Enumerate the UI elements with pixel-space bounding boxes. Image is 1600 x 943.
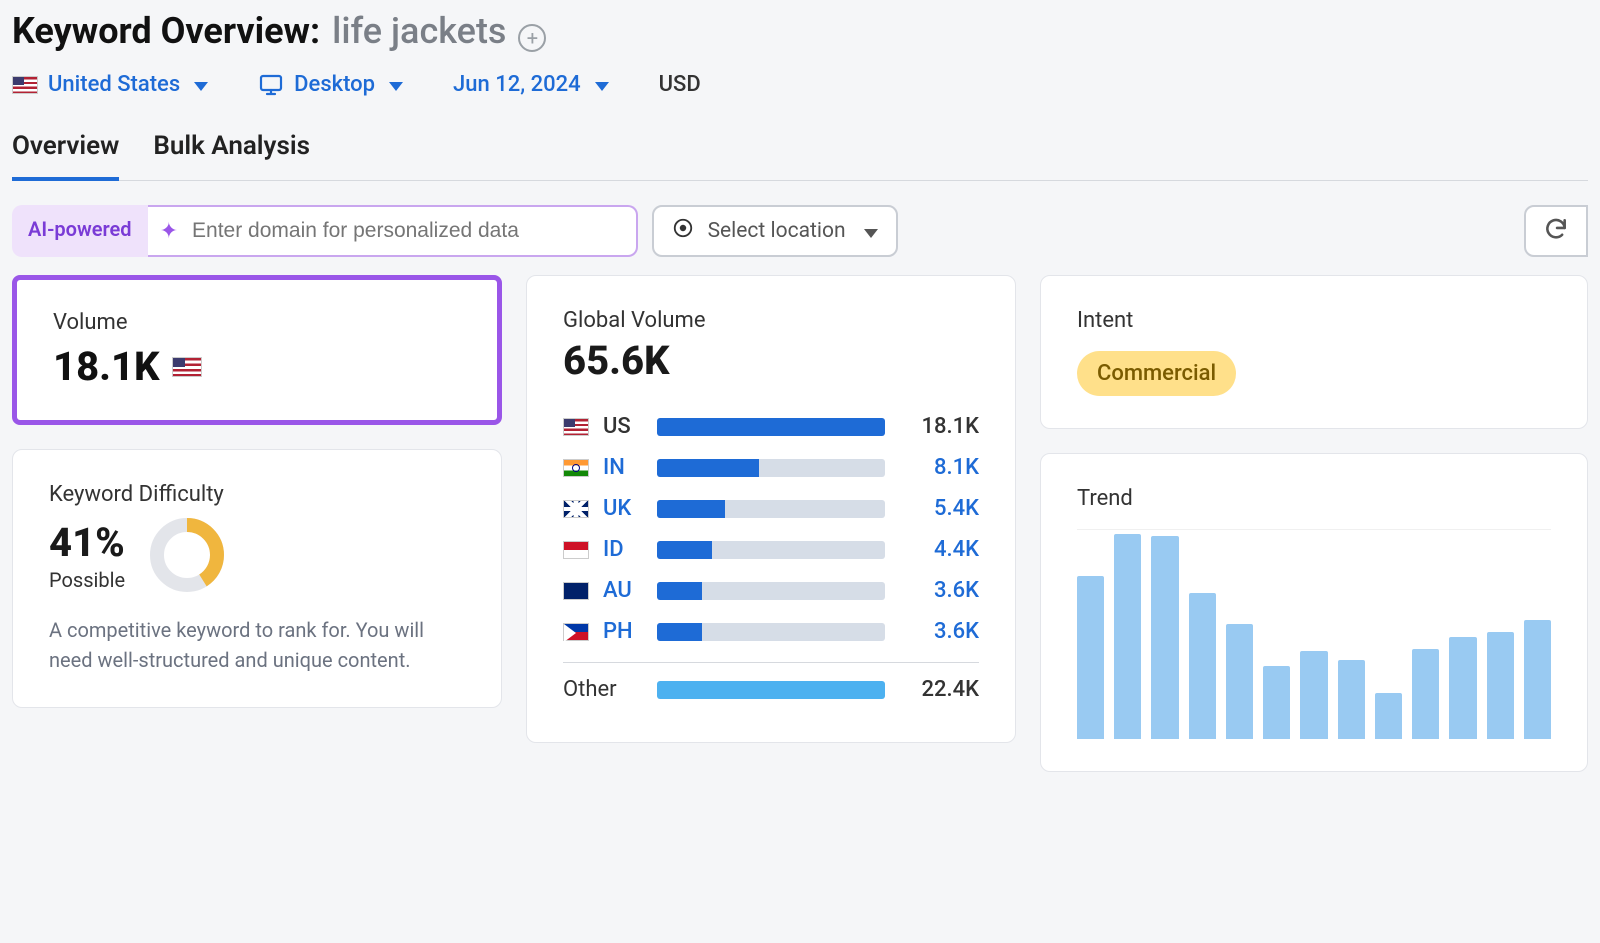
global-volume-row[interactable]: UK 5.4K (563, 488, 979, 529)
chevron-down-icon (389, 82, 403, 91)
gv-country-code: PH (603, 619, 643, 644)
kd-bucket: Possible (49, 568, 125, 592)
keyword-text: life jackets (332, 10, 506, 52)
flag-us-icon (563, 418, 589, 436)
global-volume-card: Global Volume 65.6K US 18.1K IN 8.1K UK 5.4K I… (526, 275, 1016, 743)
sparkle-icon: ✦ (160, 219, 178, 244)
gv-country-code: ID (603, 537, 643, 562)
trend-bar (1263, 666, 1290, 739)
flag-ph-icon (563, 623, 589, 641)
gv-value: 3.6K (899, 578, 979, 603)
volume-value-row: 18.1K (53, 343, 461, 390)
volume-card: Volume 18.1K (12, 275, 502, 425)
intent-card: Intent Commercial (1040, 275, 1588, 429)
trend-bar (1338, 660, 1365, 739)
volume-label: Volume (53, 310, 461, 335)
gv-country-code: IN (603, 455, 643, 480)
kd-percent: 41% (49, 519, 125, 566)
tab-bulk-analysis[interactable]: Bulk Analysis (153, 125, 310, 181)
pin-icon (672, 217, 694, 245)
volume-value: 18.1K (53, 343, 160, 390)
global-volume-label: Global Volume (563, 308, 979, 333)
flag-in-icon (563, 459, 589, 477)
trend-bar (1524, 620, 1551, 739)
chevron-down-icon (194, 82, 208, 91)
gv-country-code: AU (603, 578, 643, 603)
gv-value: 18.1K (899, 414, 979, 439)
kd-donut-chart (147, 515, 227, 595)
gv-value: 5.4K (899, 496, 979, 521)
trend-card: Trend (1040, 453, 1588, 772)
kd-description: A competitive keyword to rank for. You w… (49, 615, 465, 675)
intent-label: Intent (1077, 308, 1551, 333)
flag-us-icon (12, 76, 38, 94)
domain-input-wrap[interactable]: ✦ (148, 205, 638, 257)
trend-bar (1449, 637, 1476, 740)
keyword-difficulty-card: Keyword Difficulty 41% Possible A compet… (12, 449, 502, 708)
filter-date-label: Jun 12, 2024 (453, 72, 581, 97)
monitor-icon (258, 73, 284, 97)
global-volume-row[interactable]: IN 8.1K (563, 447, 979, 488)
flag-au-icon (563, 582, 589, 600)
trend-bar (1077, 576, 1104, 739)
page-title: Keyword Overview: (12, 10, 320, 52)
refresh-icon (1543, 216, 1569, 246)
gv-other-value: 22.4K (899, 677, 979, 702)
filter-bar: United States Desktop Jun 12, 2024 USD (12, 72, 1588, 97)
intent-value[interactable]: Commercial (1077, 351, 1236, 396)
filter-country[interactable]: United States (12, 72, 208, 97)
trend-bar (1487, 632, 1514, 739)
filter-currency-label: USD (659, 72, 701, 97)
gv-country-code: US (603, 414, 643, 439)
kd-label: Keyword Difficulty (49, 482, 465, 507)
tab-overview[interactable]: Overview (12, 125, 119, 181)
global-volume-other-row: Other 22.4K (563, 662, 979, 710)
trend-bar (1375, 693, 1402, 739)
gv-bar (657, 582, 885, 600)
global-volume-total: 65.6K (563, 337, 979, 384)
gv-bar (657, 459, 885, 477)
trend-bar-chart (1077, 529, 1551, 739)
filter-device[interactable]: Desktop (258, 72, 403, 97)
trend-bar (1151, 536, 1178, 739)
gv-value: 8.1K (899, 455, 979, 480)
gv-value: 4.4K (899, 537, 979, 562)
chevron-down-icon (864, 229, 878, 238)
global-volume-row[interactable]: US 18.1K (563, 406, 979, 447)
filter-device-label: Desktop (294, 72, 375, 97)
flag-uk-icon (563, 500, 589, 518)
trend-bar (1226, 624, 1253, 739)
flag-id-icon (563, 541, 589, 559)
filter-date[interactable]: Jun 12, 2024 (453, 72, 609, 97)
global-volume-row[interactable]: AU 3.6K (563, 570, 979, 611)
add-keyword-icon[interactable]: + (518, 24, 546, 52)
global-volume-row[interactable]: ID 4.4K (563, 529, 979, 570)
filter-country-label: United States (48, 72, 180, 97)
gv-country-code: UK (603, 496, 643, 521)
refresh-button[interactable] (1524, 205, 1588, 257)
trend-bar (1114, 534, 1141, 739)
gv-value: 3.6K (899, 619, 979, 644)
gv-bar (657, 500, 885, 518)
gv-other-label: Other (563, 677, 643, 702)
trend-label: Trend (1077, 486, 1551, 511)
tabs: Overview Bulk Analysis (12, 125, 1588, 181)
trend-bar (1300, 651, 1327, 739)
flag-us-icon (172, 357, 202, 377)
trend-bar (1189, 593, 1216, 739)
trend-bar (1412, 649, 1439, 739)
page-title-row: Keyword Overview: life jackets + (12, 10, 1588, 52)
controls-row: AI-powered ✦ Select location (12, 205, 1588, 257)
domain-input[interactable] (192, 219, 618, 243)
chevron-down-icon (595, 82, 609, 91)
gv-bar (657, 623, 885, 641)
location-select[interactable]: Select location (652, 205, 898, 257)
gv-bar (657, 418, 885, 436)
ai-powered-badge: AI-powered (12, 205, 148, 257)
gv-other-bar (657, 681, 885, 699)
gv-bar (657, 541, 885, 559)
location-placeholder: Select location (708, 219, 846, 243)
filter-currency: USD (659, 72, 701, 97)
global-volume-row[interactable]: PH 3.6K (563, 611, 979, 652)
